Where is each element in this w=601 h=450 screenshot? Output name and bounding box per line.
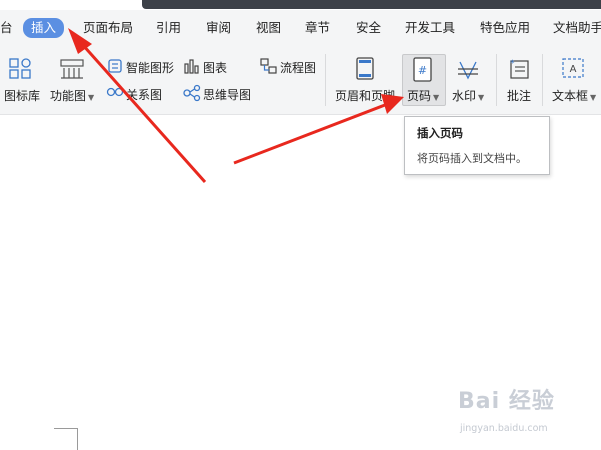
watermark-button[interactable]: 水印 ▼ xyxy=(452,87,484,104)
chart-icon xyxy=(184,59,199,74)
chevron-down-icon: ▼ xyxy=(478,93,485,102)
smart-shape-icon xyxy=(108,59,122,73)
function-chart-button[interactable]: 功能图 ▼ xyxy=(50,87,94,104)
comment-icon: * xyxy=(510,59,529,79)
chevron-down-icon: ▼ xyxy=(590,93,597,102)
watermark-icon xyxy=(458,61,478,80)
watermark-logo-text: Bai 经验 xyxy=(458,389,555,414)
text-box-icon: A xyxy=(562,58,584,78)
ribbon-divider xyxy=(325,54,326,106)
smart-shape-button[interactable]: 智能图形 xyxy=(126,59,174,76)
tooltip-title: 插入页码 xyxy=(417,126,463,140)
page-number-tooltip: 插入页码 将页码插入到文档中。 xyxy=(404,116,550,175)
tab-review[interactable]: 审阅 xyxy=(206,19,231,37)
flowchart-icon xyxy=(260,58,277,74)
svg-text:A: A xyxy=(570,64,577,75)
header-footer-button[interactable]: 页眉和页脚 xyxy=(335,87,395,104)
title-strip xyxy=(0,0,601,10)
function-chart-icon xyxy=(60,59,84,79)
text-box-label: 文本框 xyxy=(552,89,589,103)
baidu-jingyan-watermark: Bai 经验 jingyan.baidu.com xyxy=(458,383,555,434)
relation-chart-button[interactable]: 关系图 xyxy=(126,86,162,103)
page-number-button[interactable]: 页码 ▼ xyxy=(407,87,439,104)
tooltip-description: 将页码插入到文档中。 xyxy=(417,152,527,165)
tab-developer[interactable]: 开发工具 xyxy=(405,19,455,37)
title-bar-dark xyxy=(142,0,601,9)
chevron-down-icon: ▼ xyxy=(88,93,95,102)
svg-text:#: # xyxy=(418,64,427,77)
tab-sections[interactable]: 章节 xyxy=(305,19,330,37)
tab-page-layout[interactable]: 页面布局 xyxy=(83,19,133,37)
mind-map-button[interactable]: 思维导图 xyxy=(203,86,251,103)
chevron-down-icon: ▼ xyxy=(433,93,440,102)
chart-button[interactable]: 图表 xyxy=(203,59,227,76)
watermark-url: jingyan.baidu.com xyxy=(460,423,548,434)
icon-library-icon xyxy=(9,58,31,79)
svg-text:*: * xyxy=(510,59,515,69)
icon-library-label[interactable]: 图标库 xyxy=(4,87,40,104)
tab-view[interactable]: 视图 xyxy=(256,19,281,37)
tab-references[interactable]: 引用 xyxy=(156,19,181,37)
page-corner-marker xyxy=(54,428,78,450)
tab-features[interactable]: 特色应用 xyxy=(480,19,530,37)
tab-insert[interactable]: 插入 xyxy=(23,18,65,38)
tab-security[interactable]: 安全 xyxy=(356,19,381,37)
comment-button[interactable]: 批注 xyxy=(507,87,531,104)
watermark-label: 水印 xyxy=(452,89,477,103)
page-number-label: 页码 xyxy=(407,89,432,103)
relation-chart-icon xyxy=(106,87,124,97)
text-box-button[interactable]: 文本框 ▼ xyxy=(552,87,596,104)
header-footer-icon xyxy=(356,57,374,80)
ribbon-divider xyxy=(496,54,497,106)
page-number-icon: # xyxy=(413,57,432,82)
function-chart-label: 功能图 xyxy=(50,89,87,103)
tab-partial-left[interactable]: 台 xyxy=(0,19,13,37)
mind-map-icon xyxy=(183,84,201,102)
flowchart-button[interactable]: 流程图 xyxy=(280,59,316,76)
menu-bar: 台 插入 页面布局 引用 审阅 视图 章节 安全 开发工具 特色应用 文档助手 xyxy=(0,10,601,46)
ribbon-divider xyxy=(542,54,543,106)
tab-doc-assistant[interactable]: 文档助手 xyxy=(553,19,601,37)
